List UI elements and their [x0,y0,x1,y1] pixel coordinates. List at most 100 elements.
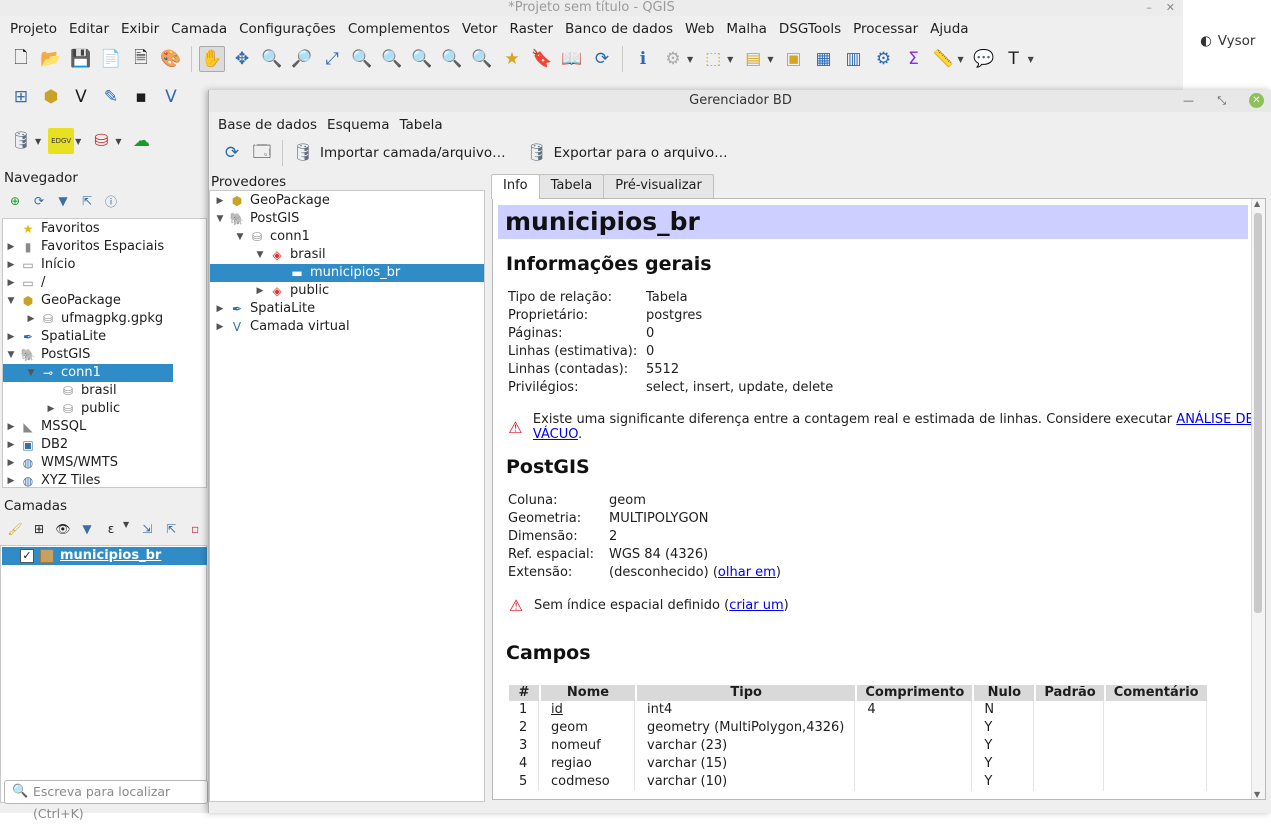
open-project-icon[interactable]: 📂 [38,46,64,72]
tab-info[interactable]: Info [491,174,540,199]
column-header[interactable]: Comentário [1105,685,1207,701]
navigator-item[interactable]: ⛁ brasil [3,382,206,400]
expand-arrow-icon[interactable]: ▶ [5,418,17,436]
expand-all-icon[interactable]: ⇲ [138,520,156,538]
navigator-item[interactable]: ▶ ▣ DB2 [3,436,206,454]
provider-item[interactable]: ▬ municipios_br [210,264,484,282]
select-features-icon[interactable]: ⬚ [700,46,726,72]
expand-arrow-icon[interactable]: ▶ [25,310,37,328]
chevron-down-icon[interactable]: ▼ [767,55,773,64]
expand-arrow-icon[interactable]: ▶ [45,400,57,418]
expand-arrow-icon[interactable]: ▼ [5,292,17,310]
deselect-icon[interactable]: ▣ [780,46,806,72]
bookmarks-panel-icon[interactable]: 📖 [559,46,585,72]
collapse-all-icon[interactable]: ⇱ [78,192,96,210]
navigator-item[interactable]: ▶ ⛁ ufmagpkg.gpkg [3,310,206,328]
import-layer-button[interactable]: Importar camada/arquivo… [320,145,506,161]
expand-arrow-icon[interactable]: ▶ [5,256,17,274]
menu-item[interactable]: Banco de dados [559,18,679,40]
sql-window-icon[interactable]: 🗔 [249,140,275,166]
expand-arrow-icon[interactable]: ▼ [254,246,266,264]
zoom-next-icon[interactable]: 🔍 [469,46,495,72]
chevron-down-icon[interactable]: ▼ [957,55,963,64]
attribute-table-icon[interactable]: ▦ [810,46,836,72]
menu-item[interactable]: Malha [720,18,773,40]
actions-icon[interactable]: ⚙ [660,46,686,72]
refresh-icon[interactable]: ⟳ [589,46,615,72]
column-header[interactable]: Nome [541,685,635,701]
chevron-down-icon[interactable]: ▼ [123,520,129,538]
vysor-app[interactable]: ◐ Vysor [1200,33,1256,49]
expand-arrow-icon[interactable]: ▶ [5,454,17,472]
info-icon[interactable]: ⓘ [102,192,120,210]
minimize-icon[interactable]: – [1146,0,1152,16]
column-header[interactable]: Comprimento [857,685,973,701]
chip-icon[interactable]: ▪ [128,84,154,110]
expand-arrow-icon[interactable]: ▶ [214,192,226,210]
navigator-item[interactable]: ▶ ◍ WMS/WMTS [3,454,206,472]
zoom-in-icon[interactable]: 🔍 [259,46,285,72]
menu-item[interactable]: Camada [165,18,233,40]
tab-preview[interactable]: Pré-visualizar [603,174,714,198]
export-file-button[interactable]: Exportar para o arquivo… [554,145,728,161]
chevron-down-icon[interactable]: ▼ [727,55,733,64]
find-out-link[interactable]: olhar em [718,565,776,580]
expand-arrow-icon[interactable]: ▶ [5,274,17,292]
create-index-link[interactable]: criar um [729,598,783,613]
menu-item[interactable]: Web [679,18,720,40]
zoom-last-icon[interactable]: 🔍 [439,46,465,72]
zoom-out-icon[interactable]: 🔎 [289,46,315,72]
expand-arrow-icon[interactable]: ▼ [25,364,37,382]
visibility-eye-icon[interactable]: 👁 [54,520,72,538]
zoom-to-layer-icon[interactable]: 🔍 [379,46,405,72]
expand-arrow-icon[interactable]: ▼ [214,210,226,228]
navigator-item[interactable]: ▶ ◣ MSSQL [3,418,206,436]
cloud-upload-icon[interactable]: ☁ [128,128,154,154]
style-brush-icon[interactable]: 🖌 [6,520,24,538]
menu-item[interactable]: Projeto [4,18,63,40]
vertical-scrollbar[interactable]: ▲ ▼ [1251,199,1265,799]
scroll-up-icon[interactable]: ▲ [1254,199,1260,208]
menu-item[interactable]: DSGTools [773,18,847,40]
expand-arrow-icon[interactable]: ▶ [214,318,226,336]
chevron-down-icon[interactable]: ▼ [1028,55,1034,64]
expand-arrow-icon[interactable]: ▶ [214,300,226,318]
column-header[interactable]: Nulo [974,685,1035,701]
pan-hand-icon[interactable]: ✋ [199,46,225,72]
chevron-down-icon[interactable]: ▼ [75,137,81,146]
refresh-icon[interactable]: ⟳ [30,192,48,210]
close-icon[interactable]: ✕ [1249,93,1264,108]
chevron-down-icon[interactable]: ▼ [115,137,121,146]
menu-item[interactable]: Exibir [115,18,165,40]
expand-arrow-icon[interactable]: ▶ [254,282,266,300]
provider-item[interactable]: ▶ ⬢ GeoPackage [210,192,484,210]
restore-icon[interactable]: ⤡ [1217,90,1226,112]
menu-item[interactable]: Processar [847,18,924,40]
show-bookmarks-icon[interactable]: 🔖 [529,46,555,72]
expand-arrow-icon[interactable]: ▶ [5,472,17,490]
close-icon[interactable]: ✕ [1166,0,1175,16]
provider-item[interactable]: ▶ ◈ public [210,282,484,300]
expand-arrow-icon[interactable]: ▼ [5,346,17,364]
layer-item[interactable]: ✓ municipios_br [2,547,207,565]
navigator-item[interactable]: ▶ ◍ XYZ Tiles [3,472,206,490]
navigator-item[interactable]: ▶ ▭ Início [3,256,206,274]
navigator-item[interactable]: ▶ ⛁ public [3,400,206,418]
provider-item[interactable]: ▶ ✒ SpatiaLite [210,300,484,318]
import-layer-icon[interactable]: 🛢 [290,140,316,166]
virtual-layer-icon[interactable]: V [158,84,184,110]
column-header[interactable]: # [509,685,539,701]
column-header[interactable]: Tipo [637,685,856,701]
edgv-icon[interactable]: EDGV [48,128,75,154]
expand-arrow-icon[interactable]: ▶ [5,436,17,454]
layout-manager-icon[interactable]: 🗎 [128,46,154,72]
zoom-native-icon[interactable]: 🔍 [409,46,435,72]
navigator-item[interactable]: ▶ ▮ Favoritos Espaciais [3,238,206,256]
save-project-icon[interactable]: 💾 [68,46,94,72]
db-menu-item[interactable]: Base de dados [213,114,322,136]
navigator-item[interactable]: ▶ ▭ / [3,274,206,292]
identify-icon[interactable]: ℹ [630,46,656,72]
style-manager-icon[interactable]: 🎨 [158,46,184,72]
tab-table[interactable]: Tabela [538,174,605,198]
navigator-item[interactable]: ★ Favoritos [3,220,206,238]
